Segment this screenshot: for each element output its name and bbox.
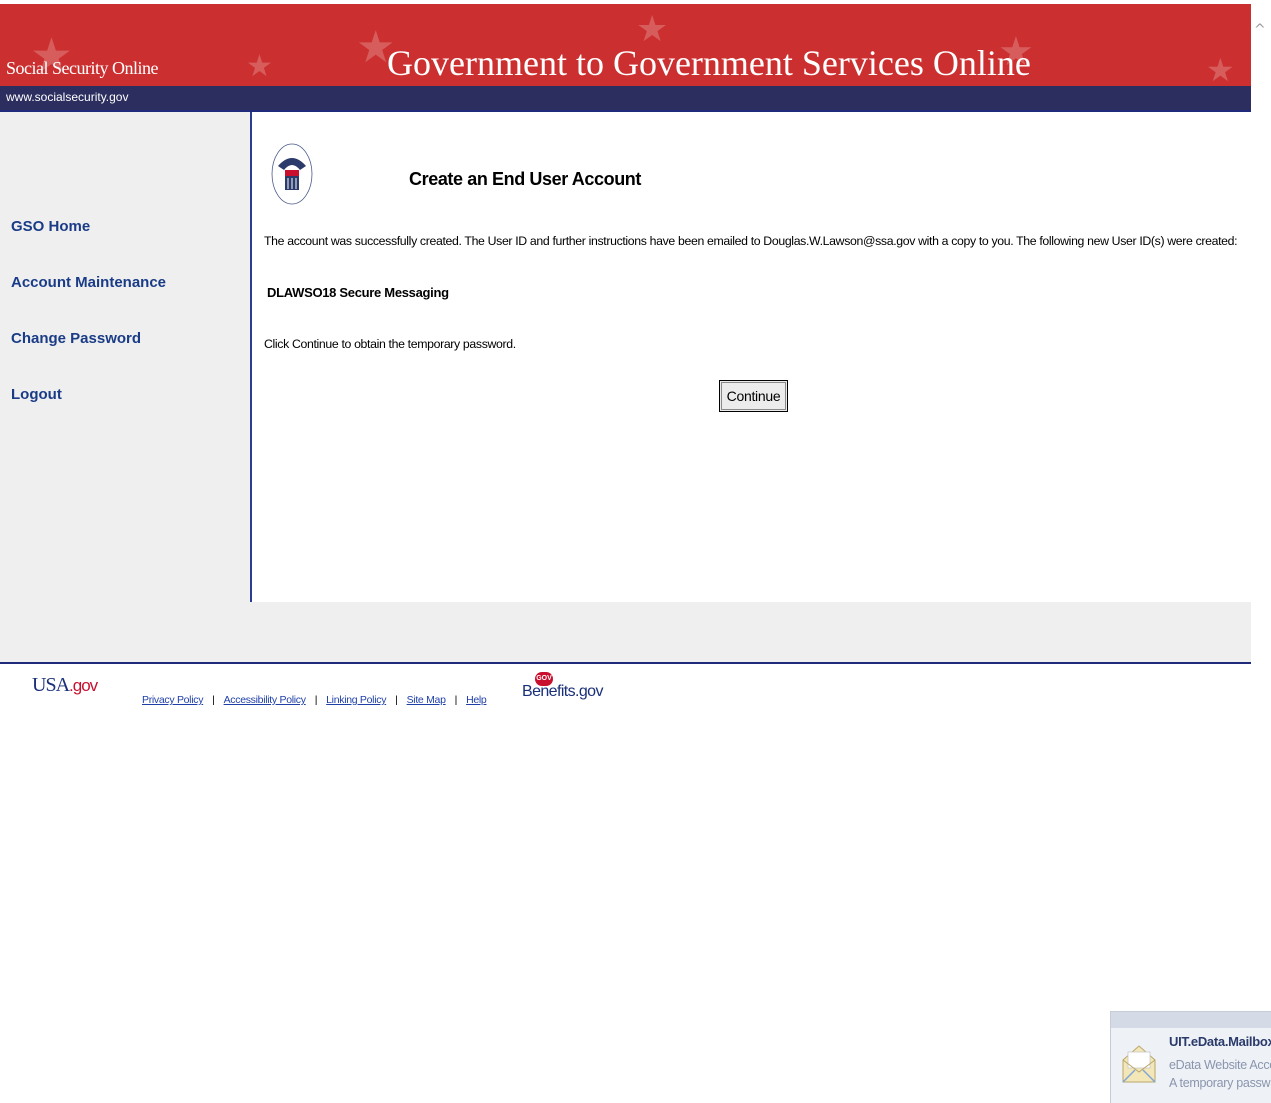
created-user-id: DLAWSO18 Secure Messaging	[267, 285, 449, 300]
usa-logo-text: USA	[32, 674, 70, 696]
page-banner-title: Government to Government Services Online	[387, 43, 1031, 83]
sidebar-item-account-maintenance[interactable]: Account Maintenance	[11, 274, 166, 291]
sidebar-item-logout[interactable]: Logout	[11, 386, 62, 403]
header-banner: ★ ★ ★ ★ ★ ★ Social Security Online Gover…	[0, 4, 1251, 86]
scrollbar[interactable]	[1251, 0, 1271, 1103]
linking-policy-link[interactable]: Linking Policy	[326, 694, 386, 706]
ssa-seal-icon	[271, 143, 313, 205]
envelope-icon	[1122, 1045, 1156, 1083]
star-decoration-icon: ★	[246, 49, 273, 84]
divider	[0, 662, 1251, 664]
footer-links: Privacy Policy | Accessibility Policy | Link…	[142, 694, 487, 706]
scroll-up-icon[interactable]: ^	[1254, 22, 1266, 38]
sidebar-item-change-password[interactable]: Change Password	[11, 330, 141, 347]
url-bar: www.socialsecurity.gov	[0, 86, 1251, 110]
continue-button[interactable]: Continue	[719, 380, 788, 412]
usa-logo-suffix: .gov	[69, 676, 98, 695]
separator: |	[314, 694, 318, 706]
footer-band	[0, 602, 1251, 662]
instructions-text: Click Continue to obtain the temporary p…	[264, 337, 516, 351]
notification-subject: eData Website Acce	[1169, 1058, 1271, 1072]
notification-preview: A temporary passw	[1169, 1076, 1271, 1090]
success-message: The account was successfully created. Th…	[264, 234, 1238, 248]
main-content: Create an End User Account The account w…	[254, 112, 1251, 602]
accessibility-policy-link[interactable]: Accessibility Policy	[224, 694, 306, 706]
help-link[interactable]: Help	[466, 694, 487, 706]
privacy-policy-link[interactable]: Privacy Policy	[142, 694, 203, 706]
site-map-link[interactable]: Site Map	[407, 694, 446, 706]
usa-gov-logo[interactable]: USA.gov	[32, 674, 98, 697]
star-decoration-icon: ★	[1206, 51, 1235, 86]
sidebar: GSO Home Account Maintenance Change Pass…	[0, 112, 252, 604]
separator: |	[212, 694, 215, 706]
benefits-logo-text: Benefits	[522, 683, 576, 700]
benefits-logo-suffix: .gov	[575, 683, 603, 700]
mail-notification[interactable]: UIT.eData.Mailbox eData Website Acce A t…	[1110, 1011, 1271, 1103]
notification-title: UIT.eData.Mailbox	[1169, 1034, 1271, 1049]
benefits-gov-logo[interactable]: Benefits.gov	[522, 683, 603, 701]
separator: |	[454, 694, 458, 706]
site-name: Social Security Online	[6, 58, 158, 78]
page-title: Create an End User Account	[409, 169, 641, 189]
site-url[interactable]: www.socialsecurity.gov	[6, 90, 128, 104]
notification-titlebar	[1111, 1012, 1271, 1028]
sidebar-item-gso-home[interactable]: GSO Home	[11, 218, 90, 235]
separator: |	[395, 694, 398, 706]
